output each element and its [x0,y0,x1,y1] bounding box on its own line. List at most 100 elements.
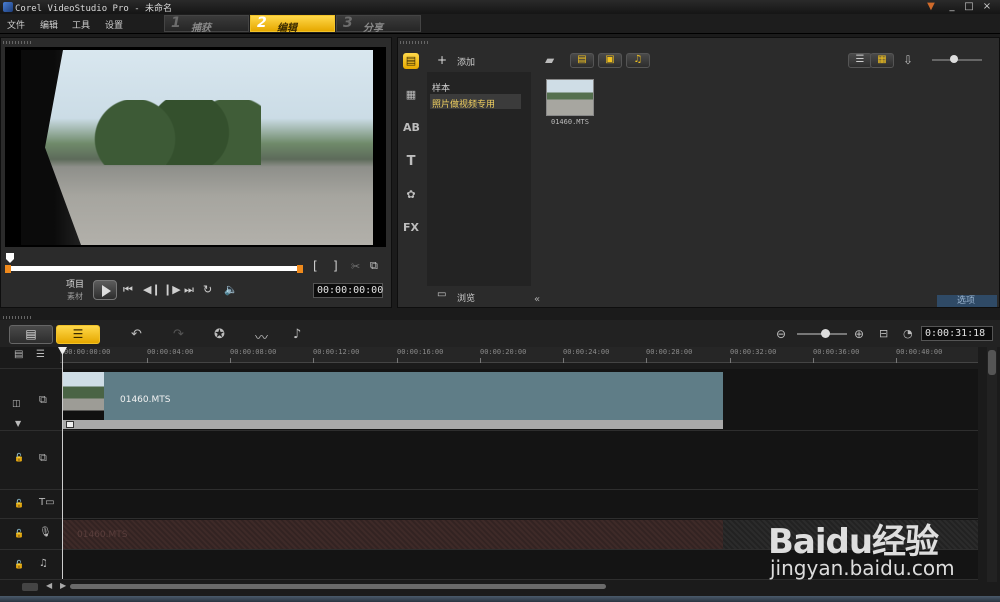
undo-icon[interactable]: ↶ [131,327,142,342]
volume-icon[interactable]: 🔈 [224,283,238,296]
menu-settings[interactable]: 设置 [105,18,123,31]
play-button[interactable] [93,280,117,300]
record-capture-icon[interactable]: ✪ [214,327,225,342]
storyboard-view-button[interactable]: ▤ [9,325,53,344]
add-folder-icon[interactable]: + [437,53,447,67]
audio-clip[interactable] [63,520,723,549]
timeline-view-button[interactable]: ☰ [56,325,100,344]
video-frame [21,50,373,245]
panel-grip[interactable] [3,316,31,319]
close-button[interactable]: × [980,1,994,13]
video-car-frame [21,50,81,245]
tab-capture[interactable]: 1 捕获 [164,15,249,34]
home-icon[interactable]: ⏮ [123,283,133,297]
instant-project-icon[interactable]: ▦ [403,87,419,103]
repeat-icon[interactable]: ↻ [203,283,212,296]
mark-in-button[interactable]: [ [313,259,318,273]
previous-frame-icon[interactable]: ◀❙ [143,283,161,296]
folder-item-photo-video[interactable]: 照片做视频专用 [432,97,495,110]
ruler-tick [646,358,647,363]
trim-start-handle[interactable] [5,265,11,273]
track-list-toggle[interactable] [22,583,38,591]
playhead[interactable] [62,349,63,579]
overlay-track[interactable] [63,431,978,490]
menu-file[interactable]: 文件 [7,18,25,31]
menu-tools[interactable]: 工具 [72,18,90,31]
enlarge-icon[interactable]: ⧉ [370,259,378,273]
fit-project-icon[interactable]: ⊟ [879,327,888,340]
import-folder-icon[interactable]: ▰ [545,53,554,67]
track-expand-icon[interactable]: ▼ [15,419,21,428]
transition-icon[interactable]: AB [403,120,420,136]
voice-track-icon[interactable]: 🎙 [39,527,52,538]
video-track-icon[interactable]: ⧉ [39,393,47,407]
zoom-in-icon[interactable]: ⊕ [854,327,864,341]
scrub-bar[interactable] [8,266,300,271]
music-track-icon[interactable]: ♫ [39,558,48,569]
title-track-icon[interactable]: T▭ [39,497,55,508]
menu-edit[interactable]: 编辑 [40,18,58,31]
ripple-edit-icon[interactable]: ◫ [12,399,21,409]
scroll-right-icon[interactable]: ▶ [60,581,66,590]
step-label: 分享 [363,23,383,34]
sort-icon[interactable]: ⇩ [903,53,913,67]
next-frame-icon[interactable]: ❙▶ [163,283,181,296]
tab-share[interactable]: 3 分享 [336,15,421,34]
horizontal-scrollbar[interactable] [70,584,606,589]
thumbnail-size-knob[interactable] [950,55,958,63]
player-timecode[interactable]: 00:00:00:00 [313,283,383,298]
panel-grip[interactable] [3,41,31,44]
lock-icon[interactable]: 🔓 [14,529,24,538]
ruler-tick [563,358,564,363]
ruler-tick [480,358,481,363]
scroll-left-icon[interactable]: ◀ [46,581,52,590]
title-icon[interactable]: T [403,154,419,170]
track-manager-area: ▤ ☰ [0,347,62,369]
show-photos-button[interactable]: ▣ [598,53,622,68]
split-clip-icon[interactable]: ✂ [351,260,360,273]
lock-icon[interactable]: 🔓 [14,453,24,462]
lock-icon[interactable]: 🔓 [14,560,24,569]
folder-item-samples[interactable]: 样本 [432,81,450,94]
step-number: 2 [257,15,267,31]
zoom-slider-knob[interactable] [821,329,830,338]
media-thumbnail[interactable] [546,79,594,116]
track-manager-icon[interactable]: ▤ [14,349,23,360]
lock-icon[interactable]: 🔓 [14,499,24,508]
trim-end-handle[interactable] [297,265,303,273]
ruler-tick [397,358,398,363]
project-mode-label[interactable]: 项目 [66,277,84,290]
vertical-scrollbar-track[interactable] [987,347,997,582]
collapse-library-icon[interactable]: « [534,294,540,305]
overlay-track-icon[interactable]: ⧉ [39,451,47,465]
end-icon[interactable]: ⏭ [184,283,194,297]
ruler-tick-label: 00:00:40:00 [896,348,943,356]
mark-out-button[interactable]: ] [333,259,338,273]
options-button[interactable]: 选项 [937,295,997,307]
tab-edit[interactable]: 2 编辑 [250,15,335,34]
show-audio-button[interactable]: ♫ [626,53,650,68]
vertical-scrollbar-thumb[interactable] [988,350,996,375]
browse-label[interactable]: 浏览 [457,291,475,304]
zoom-out-icon[interactable]: ⊖ [776,327,786,341]
menu-bar: 文件 编辑 工具 设置 1 捕获 2 编辑 3 分享 [0,14,1000,34]
maximize-button[interactable]: □ [962,1,976,13]
redo-icon[interactable]: ↷ [173,327,184,342]
auto-music-icon[interactable]: ♪ [293,327,301,342]
minimize-button[interactable]: _ [945,1,959,13]
browse-icon[interactable]: ▭ [437,289,446,300]
thumbnail-view-button[interactable]: ▦ [870,53,894,68]
chapter-list-icon[interactable]: ☰ [36,349,45,360]
list-view-button[interactable]: ☰ [848,53,872,68]
panel-grip[interactable] [400,41,428,44]
show-videos-button[interactable]: ▤ [570,53,594,68]
ruler-tick-label: 00:00:24:00 [563,348,610,356]
add-folder-label[interactable]: 添加 [457,55,475,68]
filter-fx-icon[interactable]: FX [403,220,419,236]
project-duration-icon: ◔ [903,327,913,340]
media-tab-icon[interactable]: ▤ [403,53,419,69]
sound-mixer-icon[interactable]: 〰 [255,327,268,346]
app-menu-icon[interactable]: ▼ [924,1,938,13]
clip-mode-label[interactable]: 素材 [67,291,83,302]
graphic-icon[interactable]: ✿ [403,187,419,203]
